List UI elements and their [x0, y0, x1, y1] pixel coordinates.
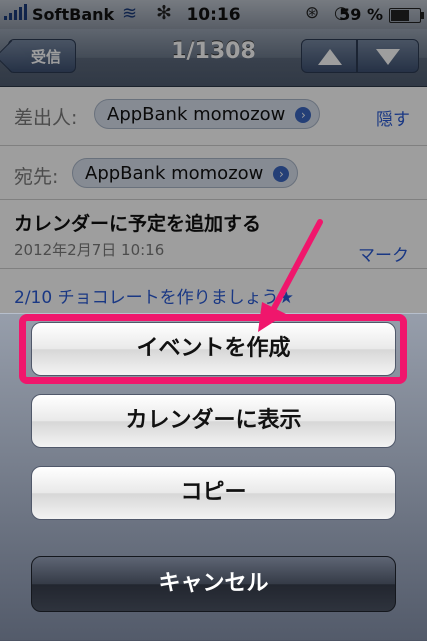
action-sheet: イベントを作成 カレンダーに表示 コピー キャンセル	[0, 313, 427, 641]
cancel-button[interactable]: キャンセル	[31, 556, 396, 612]
create-event-button[interactable]: イベントを作成	[31, 322, 396, 376]
copy-button[interactable]: コピー	[31, 466, 396, 520]
show-in-calendar-button[interactable]: カレンダーに表示	[31, 394, 396, 448]
